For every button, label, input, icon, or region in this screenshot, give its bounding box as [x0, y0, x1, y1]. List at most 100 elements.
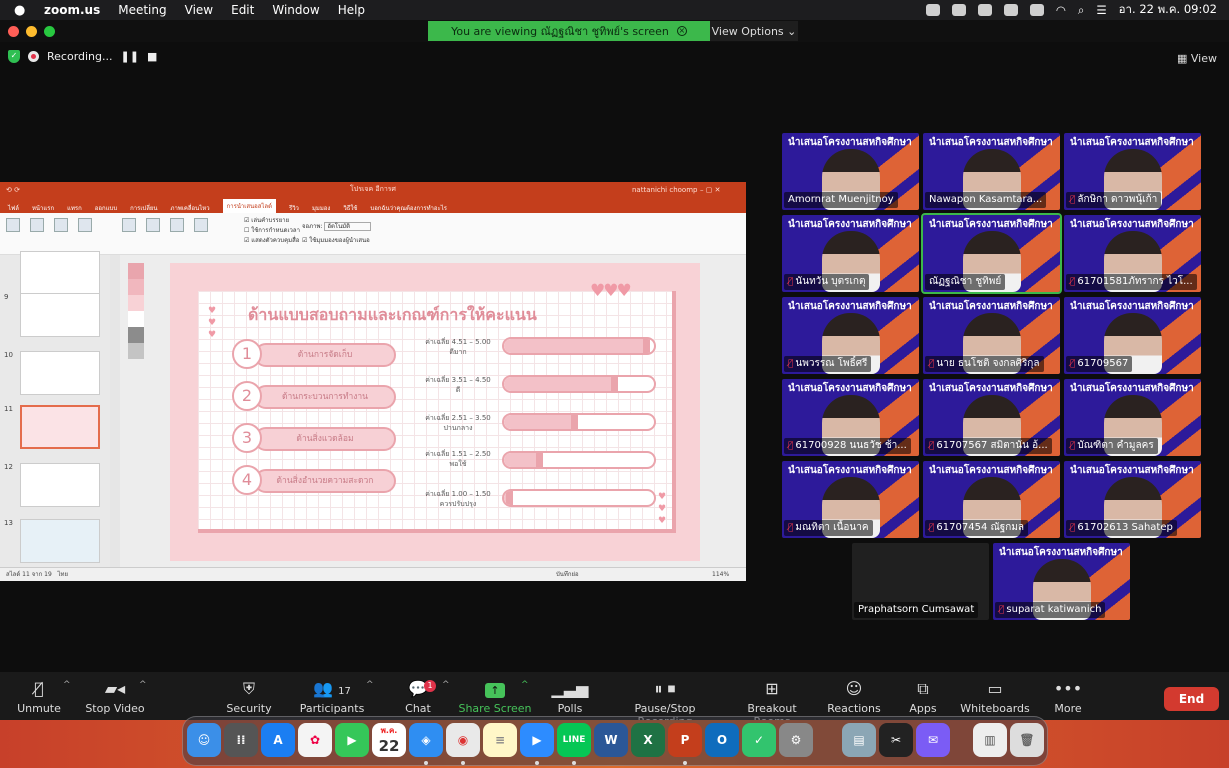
polls-button[interactable]: ▁▃▅ Polls: [528, 678, 612, 715]
ribbon-custom-show-icon[interactable]: [78, 218, 92, 232]
participant-tile[interactable]: นำเสนอโครงงานสหกิจศึกษา Amornrat Muenjitn…: [782, 133, 919, 210]
capcut-icon[interactable]: ✂: [879, 723, 913, 757]
ribbon-presenter-view[interactable]: ☑ ใช้มุมมองของผู้นำเสนอ: [302, 234, 371, 248]
participants-button[interactable]: 👥 17 Participants: [290, 678, 374, 715]
video-options-chevron-icon[interactable]: ^: [139, 680, 147, 690]
ribbon-from-current-icon[interactable]: [30, 218, 44, 232]
arrow-status-icon[interactable]: [977, 4, 992, 16]
ribbon-from-beginning-icon[interactable]: [6, 218, 20, 232]
ppt-tab-file[interactable]: ไฟล์: [8, 203, 19, 213]
notes-icon[interactable]: ≡: [483, 723, 517, 757]
end-meeting-button[interactable]: End: [1164, 687, 1219, 711]
menu-view[interactable]: View: [185, 3, 213, 17]
ppt-tab-insert[interactable]: แทรก: [67, 203, 82, 213]
menu-app-name[interactable]: zoom.us: [44, 3, 100, 17]
participant-tile[interactable]: Praphatsorn Cumsawat: [852, 543, 989, 620]
view-button[interactable]: ▦ View: [1177, 52, 1217, 65]
trash-icon[interactable]: 🗑: [1010, 723, 1044, 757]
ribbon-check-timings[interactable]: ☐ ใช้การกำหนดเวลา: [244, 226, 300, 236]
spotlight-search-icon[interactable]: ⌕: [1078, 3, 1084, 18]
ribbon-rehearse-icon[interactable]: [170, 218, 184, 232]
line-app-icon[interactable]: LINE: [557, 723, 591, 757]
ribbon-hide-slide-icon[interactable]: [146, 218, 160, 232]
safari-icon[interactable]: ◈: [409, 723, 443, 757]
facetime-icon[interactable]: ▶: [335, 723, 369, 757]
zoom-status-icon[interactable]: [925, 4, 940, 16]
participant-tile[interactable]: นำเสนอโครงงานสหกิจศึกษา Nawapon Kasamtara…: [923, 133, 1060, 210]
photos-icon[interactable]: ✿: [298, 723, 332, 757]
ppt-tab-view[interactable]: มุมมอง: [312, 203, 330, 213]
slide-thumbnail-selected[interactable]: [20, 405, 100, 449]
banner-close-icon[interactable]: ×: [676, 26, 687, 36]
participant-tile[interactable]: นำเสนอโครงงานสหกิจศึกษา 🎙̸ 61700928 นนธวัช…: [782, 379, 919, 456]
stop-recording-icon[interactable]: ■: [147, 50, 157, 63]
current-slide[interactable]: ♥♥♥ ♥ ♥ ♥ ♥ ♥ ♥ ด้านแบบสอบถามและเกณฑ์การให้ค…: [170, 263, 700, 561]
participant-tile[interactable]: นำเสนอโครงงานสหกิจศึกษา 🎙̸ ลักษิกา ดาวพนุ้…: [1064, 133, 1201, 210]
chat-chevron-icon[interactable]: ^: [442, 680, 450, 690]
participant-tile[interactable]: นำเสนอโครงงานสหกิจศึกษา 🎙̸ 61707454 ณัฐกมล: [923, 461, 1060, 538]
menu-edit[interactable]: Edit: [231, 3, 254, 17]
menu-window[interactable]: Window: [272, 3, 319, 17]
input-source-icon[interactable]: [1003, 4, 1018, 16]
ppt-tab-slideshow[interactable]: การนำเสนอสไลด์: [222, 199, 276, 213]
excel-icon[interactable]: X: [631, 723, 665, 757]
documents-stack-icon[interactable]: ▥: [973, 723, 1007, 757]
participants-chevron-icon[interactable]: ^: [366, 680, 374, 690]
audio-options-chevron-icon[interactable]: ^: [63, 680, 71, 690]
ribbon-present-online-icon[interactable]: [54, 218, 68, 232]
pause-recording-icon[interactable]: ❚❚: [121, 50, 139, 63]
slide-thumbnail-pane[interactable]: 9 10 11 12 13: [0, 251, 110, 567]
messenger-icon[interactable]: ✉: [916, 723, 950, 757]
slide-editing-area[interactable]: ♥♥♥ ♥ ♥ ♥ ♥ ♥ ♥ ด้านแบบสอบถามและเกณฑ์การให้ค…: [120, 255, 746, 567]
zoom-app-icon[interactable]: ▶: [520, 723, 554, 757]
participant-tile[interactable]: นำเสนอโครงงานสหกิจศึกษา 🎙̸ suparat katiwan…: [993, 543, 1130, 620]
ribbon-setup-show-icon[interactable]: [122, 218, 136, 232]
security-app-icon[interactable]: ✓: [742, 723, 776, 757]
ppt-tab-animations[interactable]: ภาพเคลื่อนไหว: [171, 203, 210, 213]
participant-tile[interactable]: นำเสนอโครงงานสหกิจศึกษา 🎙̸ 61701581ภัทรากร…: [1064, 215, 1201, 292]
powerpoint-icon[interactable]: P: [668, 723, 702, 757]
participant-tile[interactable]: นำเสนอโครงงานสหกิจศึกษา 🎙̸ 61709567: [1064, 297, 1201, 374]
ppt-tell-me[interactable]: บอกฉันว่าคุณต้องการทำอะไร: [370, 203, 447, 213]
slide-thumbnail[interactable]: [20, 251, 100, 295]
app-store-icon[interactable]: A: [261, 723, 295, 757]
language-indicator[interactable]: ไทย: [58, 571, 69, 578]
zoom-level[interactable]: 114%: [712, 568, 729, 581]
launchpad-icon[interactable]: ⁞⁞: [224, 723, 258, 757]
finder-icon[interactable]: ☺: [187, 723, 221, 757]
ppt-window-controls-icon[interactable]: – ▢ ✕: [700, 186, 720, 194]
menubar-clock[interactable]: อา. 22 พ.ค. 09:02: [1119, 1, 1217, 19]
slide-thumbnail[interactable]: [20, 463, 100, 507]
wifi-icon[interactable]: ◠: [1056, 3, 1066, 17]
outlook-icon[interactable]: O: [705, 723, 739, 757]
minimize-window-icon[interactable]: [26, 26, 37, 37]
participant-tile[interactable]: นำเสนอโครงงานสหกิจศึกษา 🎙̸ นาย ธนโชติ จงกล…: [923, 297, 1060, 374]
zoom-window-icon[interactable]: [44, 26, 55, 37]
system-preferences-icon[interactable]: ⚙: [779, 723, 813, 757]
ppt-quick-access-icon[interactable]: ⟲ ⟳: [6, 186, 20, 194]
participant-tile[interactable]: นำเสนอโครงงานสหกิจศึกษา 🎙̸ นพวรรณ โพธิ์ศรี: [782, 297, 919, 374]
shared-screen[interactable]: ⟲ ⟳ โปรเจค อีการศ nattanichi choomp – ▢ …: [0, 182, 746, 581]
control-center-icon[interactable]: ☰: [1096, 3, 1106, 17]
notes-button[interactable]: บันทึกย่อ: [556, 568, 579, 581]
chrome-icon[interactable]: ◉: [446, 723, 480, 757]
ppt-tab-review[interactable]: รีวิว: [289, 203, 299, 213]
close-window-icon[interactable]: [8, 26, 19, 37]
participant-tile[interactable]: นำเสนอโครงงานสหกิจศึกษา 🎙̸ มณทิตา เนื้อนาค: [782, 461, 919, 538]
ribbon-check-narration[interactable]: ☑ เล่นคำบรรยาย: [244, 216, 300, 226]
menu-meeting[interactable]: Meeting: [118, 3, 166, 17]
view-options-button[interactable]: View Options ⌄: [710, 21, 798, 41]
battery-icon[interactable]: [1029, 4, 1044, 16]
whiteboards-button[interactable]: ▭ Whiteboards: [953, 678, 1037, 715]
encryption-shield-icon[interactable]: ✓: [8, 50, 20, 63]
participant-tile[interactable]: นำเสนอโครงงานสหกิจศึกษา 🎙̸ 61702613 Sahate…: [1064, 461, 1201, 538]
participant-tile[interactable]: นำเสนอโครงงานสหกิจศึกษา 🎙̸ บัณฑิตา คำมูลคร: [1064, 379, 1201, 456]
calendar-icon[interactable]: พ.ค. 22: [372, 723, 406, 757]
ppt-tab-help[interactable]: วิธีใช้: [343, 203, 357, 213]
ppt-tab-transitions[interactable]: การเปลี่ยน: [130, 203, 157, 213]
apple-logo-icon[interactable]: ●: [14, 3, 28, 18]
participant-tile[interactable]: นำเสนอโครงงานสหกิจศึกษา 🎙̸ 61707567 สมิตาน…: [923, 379, 1060, 456]
slide-thumbnail[interactable]: [20, 293, 100, 337]
preview-icon[interactable]: ▤: [842, 723, 876, 757]
participant-tile[interactable]: นำเสนอโครงงานสหกิจศึกษา ณัฏฐณิชา ชูทิพย์: [921, 213, 1062, 294]
